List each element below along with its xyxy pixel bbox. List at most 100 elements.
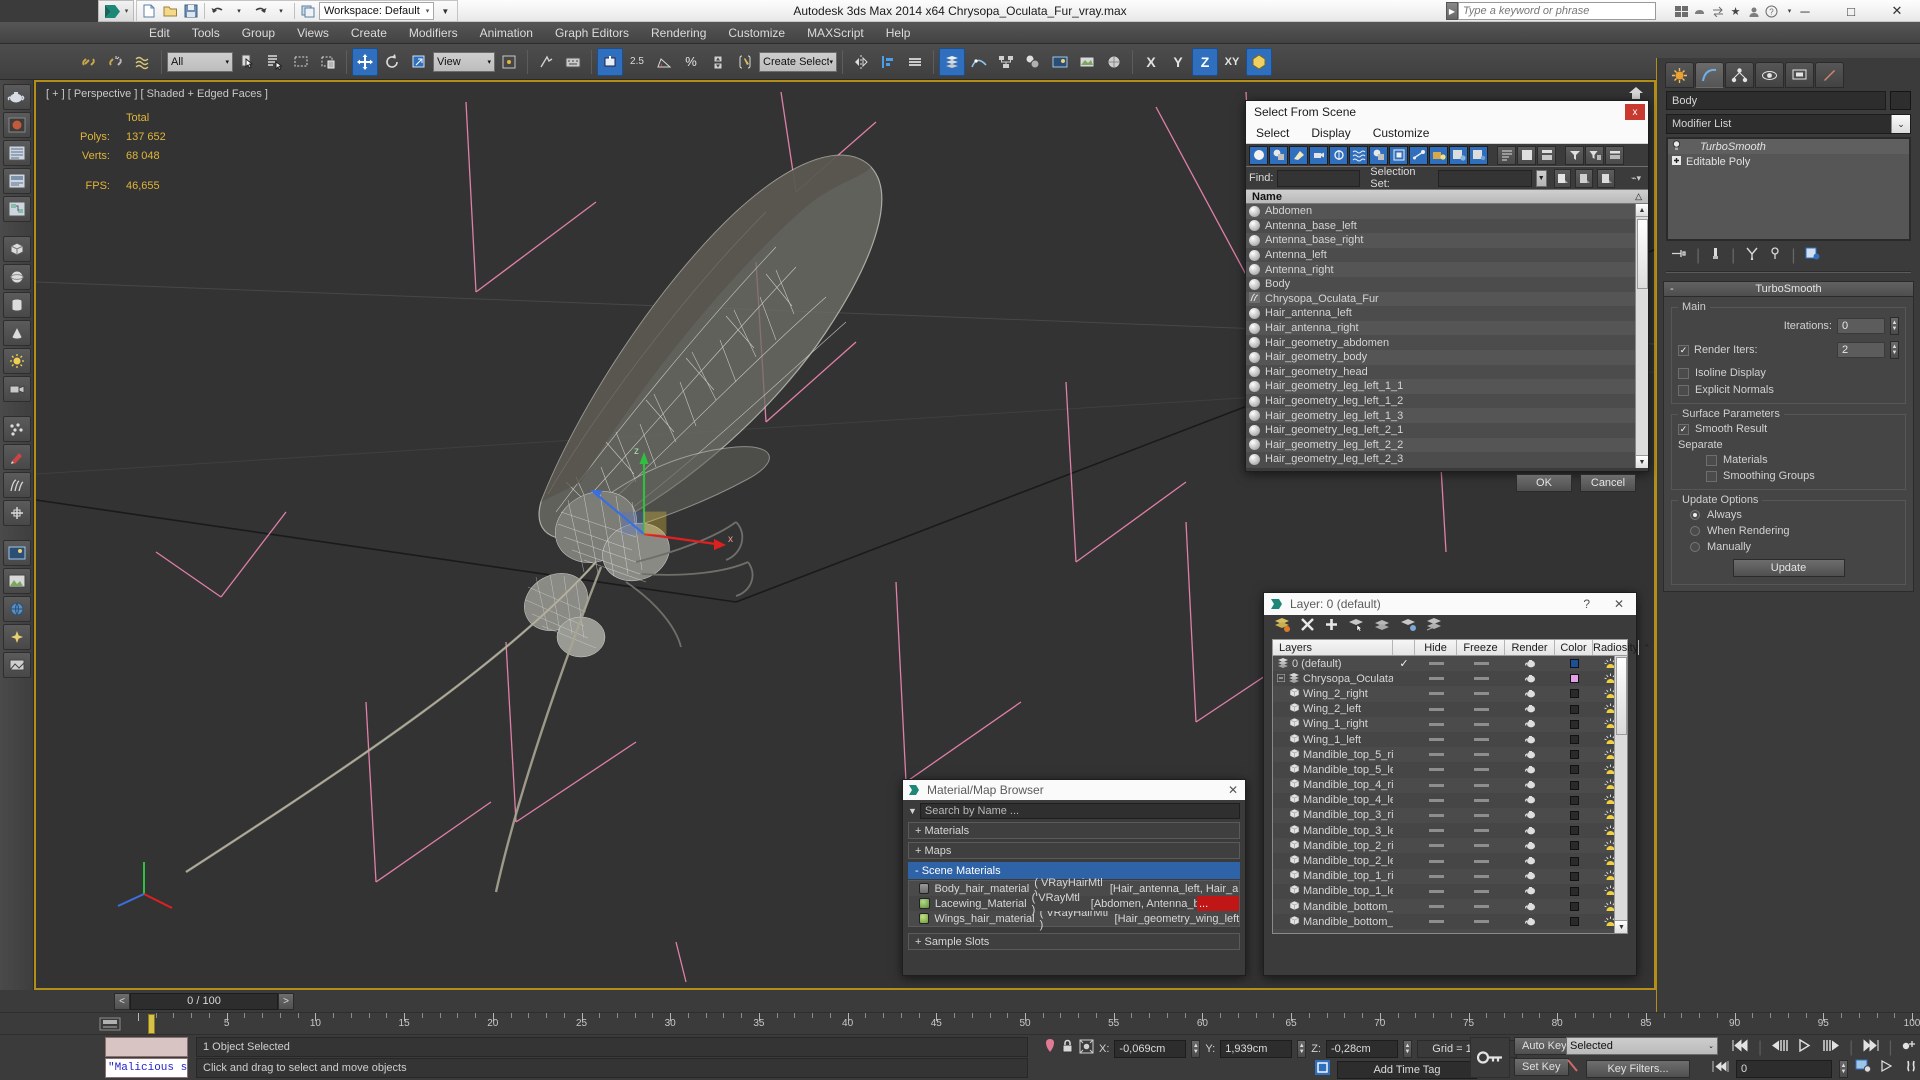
prev-frame-button[interactable]: < bbox=[114, 992, 130, 1010]
axis-constraint-y[interactable]: Y bbox=[1165, 48, 1191, 76]
menu-views[interactable]: Views bbox=[286, 22, 340, 44]
grid-icon[interactable] bbox=[1673, 2, 1690, 20]
render-iters-spinner[interactable]: ▲ ▼ bbox=[1890, 341, 1899, 359]
display-lights-icon[interactable] bbox=[1289, 145, 1308, 165]
exposure-icon[interactable] bbox=[2, 652, 31, 678]
modifier-list-caret-icon[interactable]: ⌄ bbox=[1891, 115, 1910, 133]
rectangular-selection-region-icon[interactable] bbox=[288, 48, 314, 76]
layer-render-toggle[interactable] bbox=[1505, 856, 1555, 866]
layer-freeze-toggle[interactable] bbox=[1457, 753, 1505, 757]
col-render[interactable]: Render bbox=[1505, 640, 1555, 655]
utilities-tab[interactable] bbox=[1815, 62, 1844, 88]
search-expand-icon[interactable]: ▶ bbox=[1446, 2, 1458, 20]
isolate-selection-icon[interactable] bbox=[1044, 1038, 1056, 1059]
select-objects-in-layer-icon[interactable] bbox=[1348, 617, 1365, 637]
layer-color-swatch[interactable] bbox=[1555, 841, 1593, 851]
layer-render-toggle[interactable] bbox=[1505, 810, 1555, 820]
cylinder-primitive-icon[interactable] bbox=[2, 292, 31, 318]
layer-color-swatch[interactable] bbox=[1555, 826, 1593, 836]
display-bones-icon[interactable] bbox=[1409, 145, 1428, 165]
help-dropdown-icon[interactable]: ▾ bbox=[1781, 2, 1798, 20]
scene-materials-list[interactable]: Body_hair_material ( VRayHairMtl ) [Hair… bbox=[908, 877, 1240, 931]
unlink-selection-icon[interactable] bbox=[103, 48, 129, 76]
scene-list-scrollbar[interactable]: ▲ ▼ bbox=[1635, 204, 1648, 468]
material-editor-panel-icon[interactable] bbox=[2, 168, 31, 194]
select-and-rotate-icon[interactable] bbox=[379, 48, 405, 76]
layer-row[interactable]: Wing_1_right bbox=[1273, 716, 1627, 732]
layer-freeze-toggle[interactable] bbox=[1457, 662, 1505, 666]
help-icon[interactable]: ? bbox=[1763, 2, 1780, 20]
y-coordinate-field[interactable]: 1,939cm bbox=[1220, 1039, 1293, 1058]
axis-constraints-dropdown-icon[interactable] bbox=[1246, 47, 1272, 76]
select-from-scene-close-button[interactable]: x bbox=[1625, 104, 1645, 120]
layer-render-toggle[interactable] bbox=[1505, 704, 1555, 714]
select-highlighted-objects-icon[interactable] bbox=[1374, 617, 1391, 637]
layer-render-toggle[interactable] bbox=[1505, 659, 1555, 669]
scene-object-row[interactable]: Body bbox=[1246, 276, 1648, 292]
layer-freeze-toggle[interactable] bbox=[1457, 905, 1505, 909]
layer-freeze-toggle[interactable] bbox=[1457, 874, 1505, 878]
edit-selection-set-icon[interactable] bbox=[1597, 168, 1616, 188]
teapot-preview-icon[interactable] bbox=[2, 84, 31, 110]
3dsmax-app-icon[interactable]: ▾ bbox=[98, 0, 134, 22]
layer-help-icon[interactable]: ? bbox=[1583, 597, 1590, 611]
menu-group[interactable]: Group bbox=[231, 22, 286, 44]
scene-object-row[interactable]: Hair_antenna_right bbox=[1246, 320, 1648, 336]
key-mode-combo[interactable]: Selected ⌄ bbox=[1566, 1037, 1718, 1055]
layer-color-swatch[interactable] bbox=[1555, 659, 1593, 669]
separate-smoothing-checkbox[interactable] bbox=[1706, 470, 1717, 482]
select-and-move-icon[interactable] bbox=[352, 47, 378, 76]
layer-close-icon[interactable]: ✕ bbox=[1614, 597, 1624, 611]
snaps-toggle-icon[interactable] bbox=[597, 47, 623, 76]
scene-object-row[interactable]: Hair_antenna_left bbox=[1246, 306, 1648, 321]
layer-list[interactable]: 0 (default) ✓Chrysopa_Oculata_Fu Wing_2_ri… bbox=[1272, 656, 1628, 934]
star-icon[interactable]: ★ bbox=[1727, 2, 1744, 20]
x-spinner[interactable]: ▲ ▼ bbox=[1191, 1039, 1201, 1058]
maximize-button[interactable]: □ bbox=[1828, 0, 1874, 22]
slate-editor-icon[interactable] bbox=[2, 196, 31, 222]
layer-render-toggle[interactable] bbox=[1505, 780, 1555, 790]
layer-color-swatch[interactable] bbox=[1555, 886, 1593, 896]
layer-color-swatch[interactable] bbox=[1555, 780, 1593, 790]
scene-object-row[interactable]: Hair_geometry_head bbox=[1246, 364, 1648, 380]
go-to-end-icon[interactable] bbox=[1862, 1038, 1879, 1057]
layer-row[interactable]: Chrysopa_Oculata_Fu bbox=[1273, 671, 1627, 687]
render-view-icon[interactable] bbox=[2, 540, 31, 566]
layer-row[interactable]: Mandible_top_2_ri bbox=[1273, 838, 1627, 854]
layer-color-swatch[interactable] bbox=[1555, 750, 1593, 760]
axis-constraint-x[interactable]: X bbox=[1138, 48, 1164, 76]
layer-color-swatch[interactable] bbox=[1555, 856, 1593, 866]
render-production-icon[interactable] bbox=[1101, 48, 1127, 76]
menu-tools[interactable]: Tools bbox=[181, 22, 231, 44]
display-cameras-icon[interactable] bbox=[1309, 145, 1328, 165]
scroll-up-arrow[interactable]: ▲ bbox=[1636, 204, 1648, 217]
modify-tab[interactable] bbox=[1695, 62, 1724, 88]
layer-row[interactable]: Mandible_bottom_ bbox=[1273, 914, 1627, 930]
angle-snap-toggle-icon[interactable] bbox=[651, 48, 677, 76]
workspace-selector[interactable]: Workspace: Default ▾ bbox=[319, 2, 435, 20]
mirror-icon[interactable] bbox=[848, 48, 874, 76]
render-iters-checkbox[interactable]: ✓ bbox=[1678, 344, 1689, 356]
remove-modifier-icon[interactable] bbox=[1769, 247, 1781, 265]
layer-hide-toggle[interactable] bbox=[1415, 662, 1457, 666]
layer-color-swatch[interactable] bbox=[1555, 735, 1593, 745]
display-helpers-icon[interactable] bbox=[1329, 145, 1348, 165]
scene-object-row[interactable]: Antenna_left bbox=[1246, 247, 1648, 263]
iterations-field[interactable]: 0 bbox=[1837, 318, 1885, 334]
scene-object-list[interactable]: Abdomen Antenna_base_left Antenna_base_rig… bbox=[1246, 204, 1648, 468]
layer-hide-toggle[interactable] bbox=[1415, 783, 1457, 787]
layer-hide-toggle[interactable] bbox=[1415, 829, 1457, 833]
open-mini-curve-editor-icon[interactable] bbox=[92, 1015, 128, 1033]
display-space-warps-icon[interactable] bbox=[1349, 145, 1368, 165]
render-output-icon[interactable] bbox=[2, 568, 31, 594]
scene-object-row[interactable]: Hair_geometry_leg_left_1_2 bbox=[1246, 393, 1648, 409]
set-project-folder-icon[interactable] bbox=[298, 2, 318, 21]
list-column-header[interactable]: Name △ bbox=[1246, 189, 1648, 204]
axis-constraint-z[interactable]: Z bbox=[1192, 47, 1218, 76]
scene-object-row[interactable]: Hair_geometry_leg_left_1_1 bbox=[1246, 379, 1648, 394]
select-and-scale-icon[interactable] bbox=[406, 48, 432, 76]
key-mode-toggle-icon[interactable] bbox=[1901, 1038, 1918, 1057]
cancel-button[interactable]: Cancel bbox=[1580, 474, 1636, 492]
smooth-result-checkbox[interactable]: ✓ bbox=[1678, 423, 1689, 435]
layer-hide-toggle[interactable] bbox=[1415, 889, 1457, 893]
